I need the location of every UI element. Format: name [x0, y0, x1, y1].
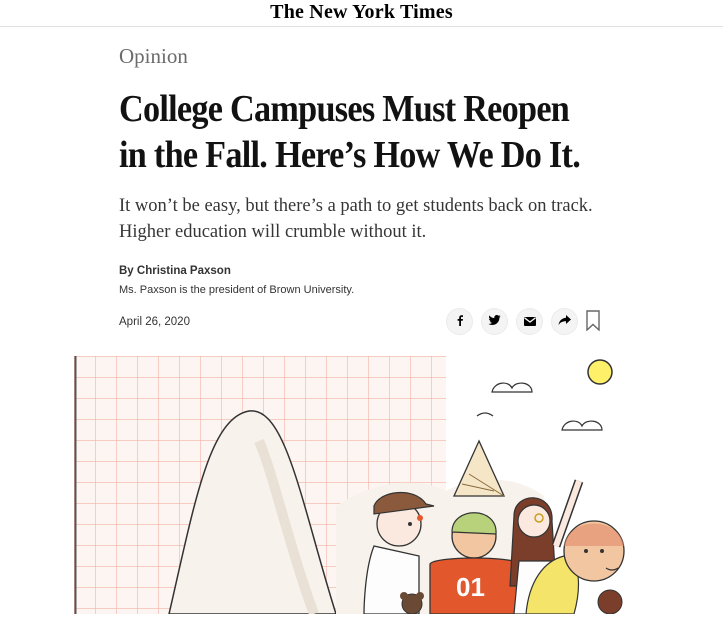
author-bio: Ms. Paxson is the president of Brown Uni… [119, 284, 355, 296]
facebook-icon [454, 313, 466, 331]
section-label[interactable]: Opinion [119, 44, 188, 69]
article-summary: It won’t be easy, but there’s a path to … [119, 196, 593, 242]
bookmark-icon [586, 310, 600, 335]
masthead: The New York Times [0, 0, 723, 27]
share-twitter-button[interactable] [481, 308, 508, 335]
share-email-button[interactable] [516, 308, 543, 335]
publish-date: April 26, 2020 [119, 316, 190, 328]
save-bookmark-button[interactable] [586, 310, 602, 332]
nyt-logo[interactable]: The New York Times [0, 1, 723, 24]
email-icon [523, 313, 536, 331]
share-more-button[interactable] [551, 308, 578, 335]
byline[interactable]: By Christina Paxson [119, 265, 231, 277]
twitter-icon [488, 313, 501, 331]
share-facebook-button[interactable] [446, 308, 473, 335]
article-illustration: 01 [74, 356, 646, 616]
share-icon [558, 313, 571, 331]
jersey-number: 01 [456, 572, 485, 602]
article-headline: College Campuses Must Reopen in the Fall… [119, 88, 581, 176]
